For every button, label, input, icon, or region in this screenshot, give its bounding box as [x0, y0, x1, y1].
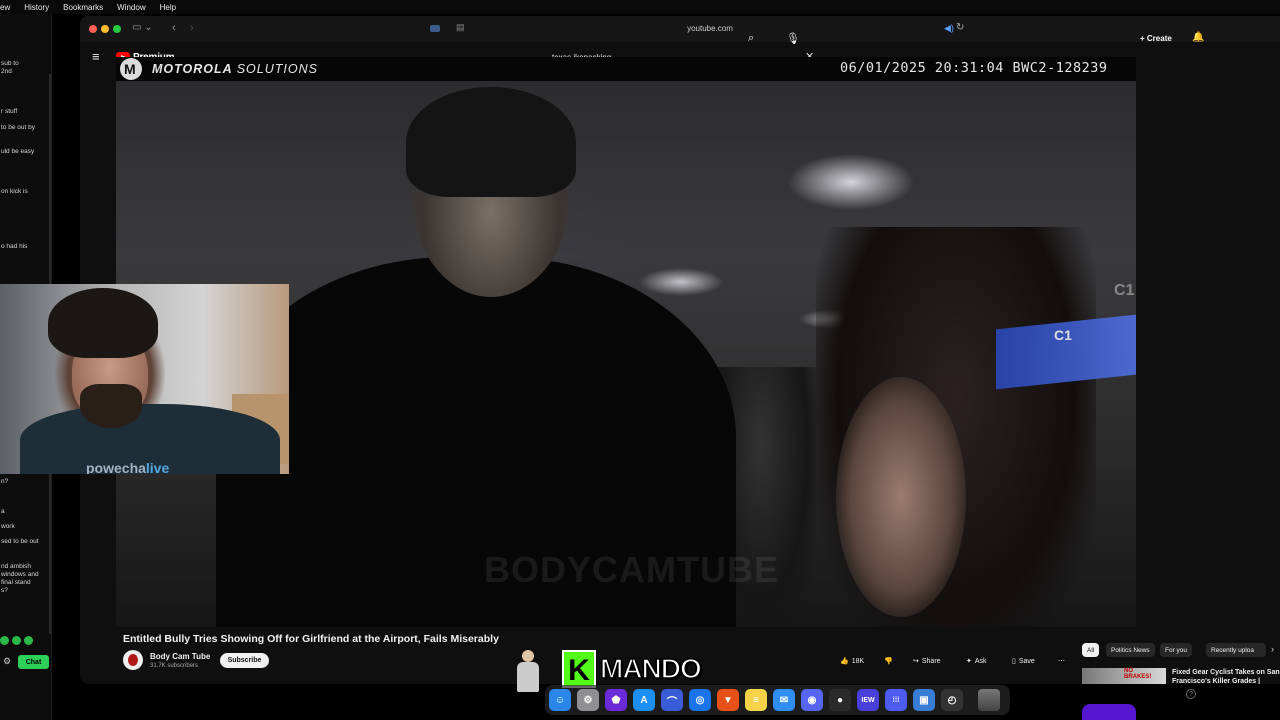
thumbs-up-icon: 👍 — [840, 658, 849, 665]
vpn-icon[interactable]: ⬟ — [605, 689, 627, 711]
chat-message: work — [1, 523, 15, 530]
dislike-button[interactable]: 👎 — [884, 654, 893, 668]
emote-icon[interactable] — [24, 636, 33, 645]
chip-all[interactable]: All — [1082, 643, 1100, 657]
help-icon[interactable]: ? — [1186, 689, 1196, 699]
arc-icon[interactable]: ⌒ — [661, 689, 683, 711]
menu-item-window[interactable]: Window — [117, 3, 145, 12]
gear-icon[interactable]: ⚙ — [3, 656, 11, 667]
channel-avatar[interactable] — [123, 650, 143, 670]
share-label: Share — [921, 657, 941, 665]
chat-message: sub to 2nd — [1, 60, 19, 75]
recommendation-title[interactable]: Fixed Gear Cyclist Takes on San Francisc… — [1172, 668, 1280, 684]
chat-message: to be out by — [1, 124, 35, 131]
webcam-shirt-text: powechalive — [86, 460, 169, 474]
like-count: 18K — [851, 657, 865, 665]
clock-icon[interactable]: ◴ — [941, 689, 963, 711]
news-icon[interactable]: IEW — [857, 689, 879, 711]
menu-item-help[interactable]: Help — [160, 3, 176, 12]
app-store-icon[interactable]: A — [633, 689, 655, 711]
webcam-overlay: powechalive — [0, 284, 289, 474]
channel-subscriber-count: 31.7K subscribers — [150, 663, 199, 669]
emote-icon[interactable] — [0, 636, 9, 645]
launchpad-icon[interactable]: ⁞⁞⁞ — [885, 689, 907, 711]
save-button[interactable]: ▯ Save — [1012, 654, 1035, 668]
chat-message: uld be easy — [1, 148, 35, 155]
more-options-icon[interactable]: ⋯ — [1058, 654, 1065, 668]
menu-bar: ew History Bookmarks Window Help — [0, 0, 1280, 14]
share-button[interactable]: ↪ Share — [913, 654, 941, 668]
like-button[interactable]: 👍 18K — [840, 654, 864, 668]
obs-icon[interactable]: ● — [829, 689, 851, 711]
chat-message: sed to be out — [1, 538, 39, 545]
macos-dock: ☺ ⚙ ⬟ A ⌒ ◎ ▼ ≡ ✉ ◉ ● IEW ⁞⁞⁞ ▣ ◴ — [545, 685, 1010, 715]
trash-icon[interactable] — [978, 689, 1000, 711]
streamer-name: MANDO — [599, 652, 702, 685]
emote-icon[interactable] — [12, 636, 21, 645]
streamer-logo: K MANDO — [562, 650, 705, 688]
thumbs-down-icon: 👎 — [884, 658, 893, 665]
messages-icon[interactable]: ▣ — [913, 689, 935, 711]
webcam-person-beard — [80, 384, 142, 428]
chat-message: nd ambish windows and final stand s? — [1, 563, 39, 594]
settings-icon[interactable]: ⚙ — [577, 689, 599, 711]
ask-label: Ask — [974, 657, 987, 665]
share-icon: ↪ — [913, 658, 919, 665]
mail-icon[interactable]: ✉ — [773, 689, 795, 711]
chat-emote-row — [0, 636, 33, 645]
chat-send-button[interactable]: Chat — [18, 655, 49, 669]
notes-icon[interactable]: ≡ — [745, 689, 767, 711]
sparkle-icon: ✦ — [966, 658, 972, 665]
chevron-right-icon[interactable]: › — [1271, 644, 1274, 654]
chat-message: a — [1, 508, 5, 515]
ask-button[interactable]: ✦ Ask — [966, 654, 987, 668]
recommendation-thumbnail-text: NO BRAKES! — [1124, 668, 1152, 680]
menu-item-bookmarks[interactable]: Bookmarks — [63, 3, 103, 12]
bookmark-icon: ▯ — [1012, 658, 1016, 665]
video-title: Entitled Bully Tries Showing Off for Gir… — [123, 633, 499, 645]
safari-icon[interactable]: ◎ — [689, 689, 711, 711]
channel-name[interactable]: Body Cam Tube — [150, 652, 210, 661]
save-label: Save — [1018, 657, 1035, 665]
subscribe-button[interactable]: Subscribe — [220, 653, 269, 668]
finder-icon[interactable]: ☺ — [549, 689, 571, 711]
chat-message: r stuff — [1, 108, 18, 115]
webcam-person-hair — [48, 288, 158, 358]
menu-item-history[interactable]: History — [24, 3, 49, 12]
chip-politics-news[interactable]: Politics News — [1106, 643, 1155, 657]
chat-message: o had his — [1, 243, 28, 250]
shirt-text-b: cha — [121, 460, 146, 474]
chip-for-you[interactable]: For you — [1160, 643, 1193, 657]
kick-logo-letter: K — [562, 650, 596, 688]
corner-app-window — [1082, 704, 1136, 720]
discord-icon[interactable]: ◉ — [801, 689, 823, 711]
chip-recently-uploaded[interactable]: Recently uploa — [1206, 643, 1266, 657]
chat-message: n? — [1, 478, 9, 485]
brave-icon[interactable]: ▼ — [717, 689, 739, 711]
shirt-text-a: powe — [86, 460, 122, 474]
chat-message: on kick is — [1, 188, 28, 195]
menu-item-view[interactable]: ew — [0, 3, 10, 12]
shirt-text-c: live — [145, 460, 170, 474]
streamer-mascot — [513, 650, 543, 694]
